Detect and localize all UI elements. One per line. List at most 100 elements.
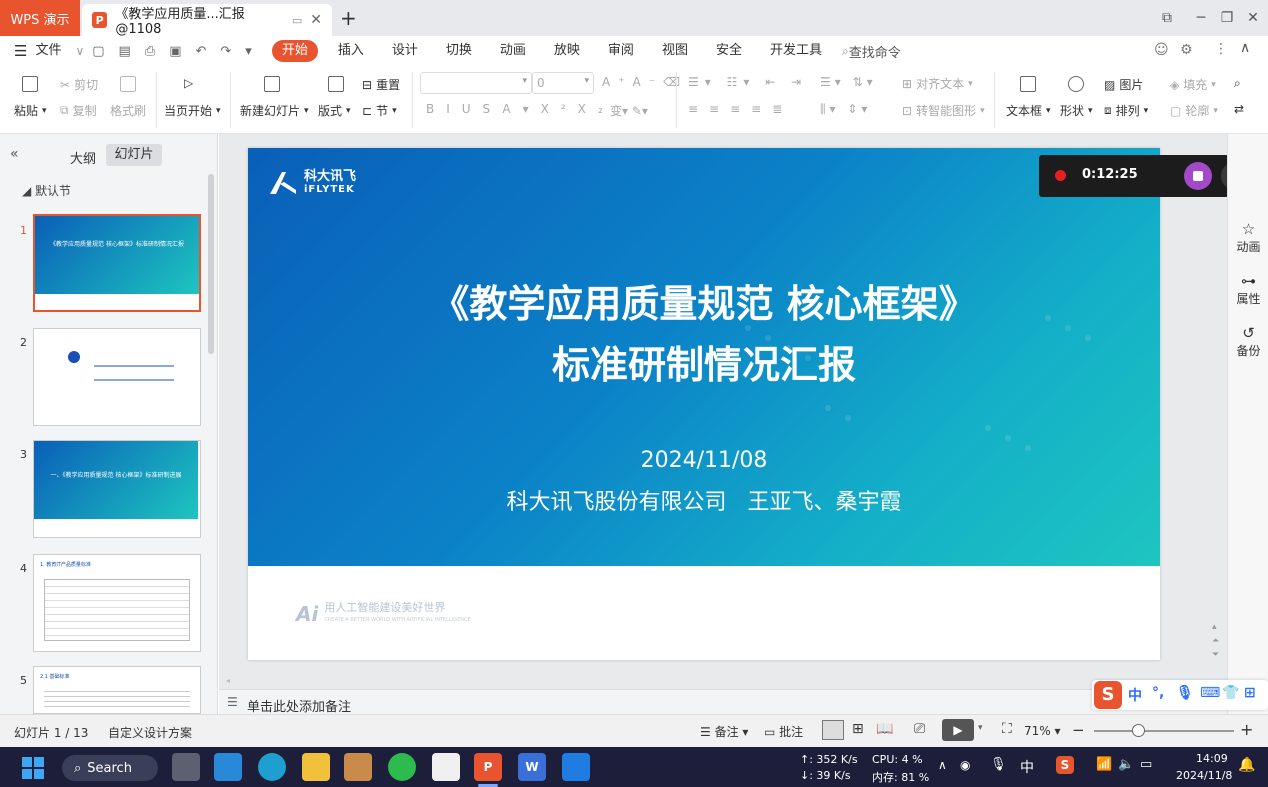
wps-presentation-icon[interactable]: P [474, 753, 502, 781]
textbox-icon[interactable] [1020, 76, 1036, 92]
slide-thumbnail-1[interactable]: 《教学应用质量规范 核心框架》标准研制情况汇报 [33, 214, 201, 312]
windows-start-icon[interactable] [22, 757, 44, 779]
format-painter-button[interactable]: 格式刷 [110, 102, 146, 119]
normal-view-button[interactable] [822, 720, 844, 740]
hamburger-icon[interactable]: ☰ [14, 42, 27, 60]
paste-button[interactable]: 粘贴 ▾ [14, 102, 47, 119]
smart-graphic-button[interactable]: ⊡ 转智能图形 ▾ [902, 102, 985, 119]
arrange-button[interactable]: ⧈ 排列 ▾ [1104, 102, 1148, 119]
zoom-level[interactable]: 71% ▾ [1024, 724, 1061, 738]
chevron-down-icon[interactable]: ∨ [75, 44, 84, 58]
minimize-button[interactable]: ─ [1188, 6, 1214, 30]
tab-animation[interactable]: 动画 [486, 36, 540, 66]
file-explorer-icon[interactable] [302, 753, 330, 781]
phonetic-button[interactable]: 变▾ ✎▾ [610, 102, 648, 119]
font-family-select[interactable]: ▾ [420, 72, 532, 94]
new-slide-icon[interactable] [264, 76, 280, 92]
close-tab-icon[interactable]: ✕ [310, 12, 322, 28]
wechat-icon[interactable] [388, 753, 416, 781]
play-slideshow-button[interactable]: ▶ [942, 719, 974, 741]
scroll-left-icon[interactable]: ◂ [226, 676, 230, 685]
zoom-out-button[interactable]: − [1072, 721, 1085, 739]
slide-thumbnail-3[interactable]: 一、《教学应用质量规范 核心框架》标准研制进展 [33, 440, 201, 538]
sogou-tray-icon[interactable]: S [1056, 756, 1074, 774]
align-text-button[interactable]: ⊞ 对齐文本 ▾ [902, 75, 973, 92]
canvas-scroll-buttons[interactable]: ▴ ⏶ ⏷ [1212, 620, 1219, 662]
edge-browser-icon[interactable] [258, 753, 286, 781]
tab-slideshow[interactable]: 放映 [540, 36, 594, 66]
tab-developer[interactable]: 开发工具 [756, 36, 836, 66]
battery-icon[interactable]: ▭ [1140, 757, 1152, 772]
more-icon[interactable]: ⋮ [1214, 41, 1228, 57]
slide-thumbnail-2[interactable] [33, 328, 201, 426]
microphone-tray-icon[interactable]: 🎙 [990, 757, 1007, 772]
settings-icon[interactable]: ⚙ [1180, 42, 1193, 58]
tab-home[interactable]: 开始 [271, 40, 318, 62]
presenter-tools-icon[interactable]: ⎚ [914, 721, 925, 737]
command-search[interactable]: 查找命令 [849, 42, 901, 61]
spacing-buttons[interactable]: ☰▾ ⇅▾ [820, 75, 877, 89]
slide-sorter-button[interactable]: ⊞ [852, 721, 864, 737]
tab-review[interactable]: 审阅 [594, 36, 648, 66]
textbox-button[interactable]: 文本框 ▾ [1006, 102, 1051, 119]
wps-writer-icon[interactable]: W [518, 753, 546, 781]
clock-time[interactable]: 14:09 [1196, 752, 1228, 765]
slide-thumbnail-4[interactable]: 1. 教育IT产品质量标准 [33, 554, 201, 652]
zoom-in-button[interactable]: + [1240, 720, 1253, 739]
clock-date[interactable]: 2024/11/8 [1176, 769, 1232, 782]
backup-pane-button[interactable]: ↺ 备份 [1228, 324, 1268, 359]
tile-icon[interactable]: ⧉ [1154, 6, 1180, 30]
fill-button[interactable]: ◈ 填充 ▾ [1170, 76, 1216, 93]
app-tab[interactable]: WPS 演示 [0, 0, 80, 36]
section-button[interactable]: ⊏ 节 ▾ [362, 102, 397, 119]
widgets-icon[interactable] [214, 753, 242, 781]
file-menu[interactable]: 文件 [35, 36, 75, 66]
taskbar-search[interactable]: ⌕ Search [62, 755, 158, 781]
voice-icon[interactable]: 🎙 [1176, 685, 1194, 701]
collapse-ribbon-icon[interactable]: ∧ [1240, 40, 1250, 56]
tab-transitions[interactable]: 切换 [432, 36, 486, 66]
cloud-app-icon[interactable] [562, 753, 590, 781]
text-format-buttons[interactable]: BIUSA▾X²X₂ [426, 102, 615, 116]
feedback-icon[interactable]: ☺ [1154, 42, 1169, 58]
toolbox-icon[interactable]: ⊞ [1244, 685, 1256, 701]
fit-window-icon[interactable]: ⛶ [1002, 721, 1012, 737]
ime-mode[interactable]: 中 [1128, 685, 1142, 705]
volume-icon[interactable]: 🔈 [1118, 757, 1134, 772]
section-header[interactable]: ◢ 默认节 [22, 182, 71, 199]
cut-button[interactable]: ✂ 剪切 [60, 76, 98, 93]
new-tab-button[interactable]: + [340, 6, 357, 30]
notification-icon[interactable]: 🔔 [1238, 757, 1255, 773]
play-icon[interactable]: ▷ [184, 76, 193, 90]
format-painter-icon[interactable] [120, 76, 136, 92]
tab-view[interactable]: 视图 [648, 36, 702, 66]
tab-slides[interactable]: 幻灯片 [106, 144, 162, 166]
notes-toggle[interactable]: ☰ 备注 ▾ [700, 723, 748, 740]
tab-design[interactable]: 设计 [378, 36, 432, 66]
picture-button[interactable]: ▨ 图片 [1104, 76, 1143, 93]
list-buttons[interactable]: ☰▾ ☷▾ ⇤ ⇥ [688, 75, 807, 89]
skin-icon[interactable]: 👕 [1222, 685, 1239, 701]
slide-thumbnail-5[interactable]: 2.1 基础标准 [33, 666, 201, 714]
keyboard-icon[interactable]: ⌨ [1200, 685, 1220, 701]
chevron-down-icon[interactable]: ▾ [978, 723, 983, 733]
shape-button[interactable]: 形状 ▾ [1060, 102, 1093, 119]
reset-button[interactable]: ⊟ 重置 [362, 76, 400, 93]
tab-outline[interactable]: 大纲 [70, 148, 96, 167]
theme-name[interactable]: 自定义设计方案 [108, 724, 192, 741]
tab-insert[interactable]: 插入 [324, 36, 378, 66]
stop-record-button[interactable] [1184, 162, 1212, 190]
mail-app-icon[interactable] [344, 753, 372, 781]
close-window-button[interactable]: ✕ [1240, 6, 1266, 30]
panel-scrollbar[interactable] [208, 174, 214, 354]
paste-icon[interactable] [22, 76, 38, 92]
punctuation-icon[interactable]: °, [1152, 685, 1164, 701]
comments-toggle[interactable]: ▭ 批注 [764, 723, 803, 740]
notes-area[interactable]: ☰ 单击此处添加备注 [219, 689, 1227, 715]
tab-security[interactable]: 安全 [702, 36, 756, 66]
reading-view-button[interactable]: 📖 [876, 721, 893, 737]
chevron-up-icon[interactable]: ∧ [938, 758, 947, 772]
layout-button[interactable]: 版式 ▾ [318, 102, 351, 119]
search-icon[interactable]: ⌕ [842, 44, 849, 59]
quick-access-icons[interactable]: ▢▤⎙▣↶↷▾ [92, 44, 266, 59]
